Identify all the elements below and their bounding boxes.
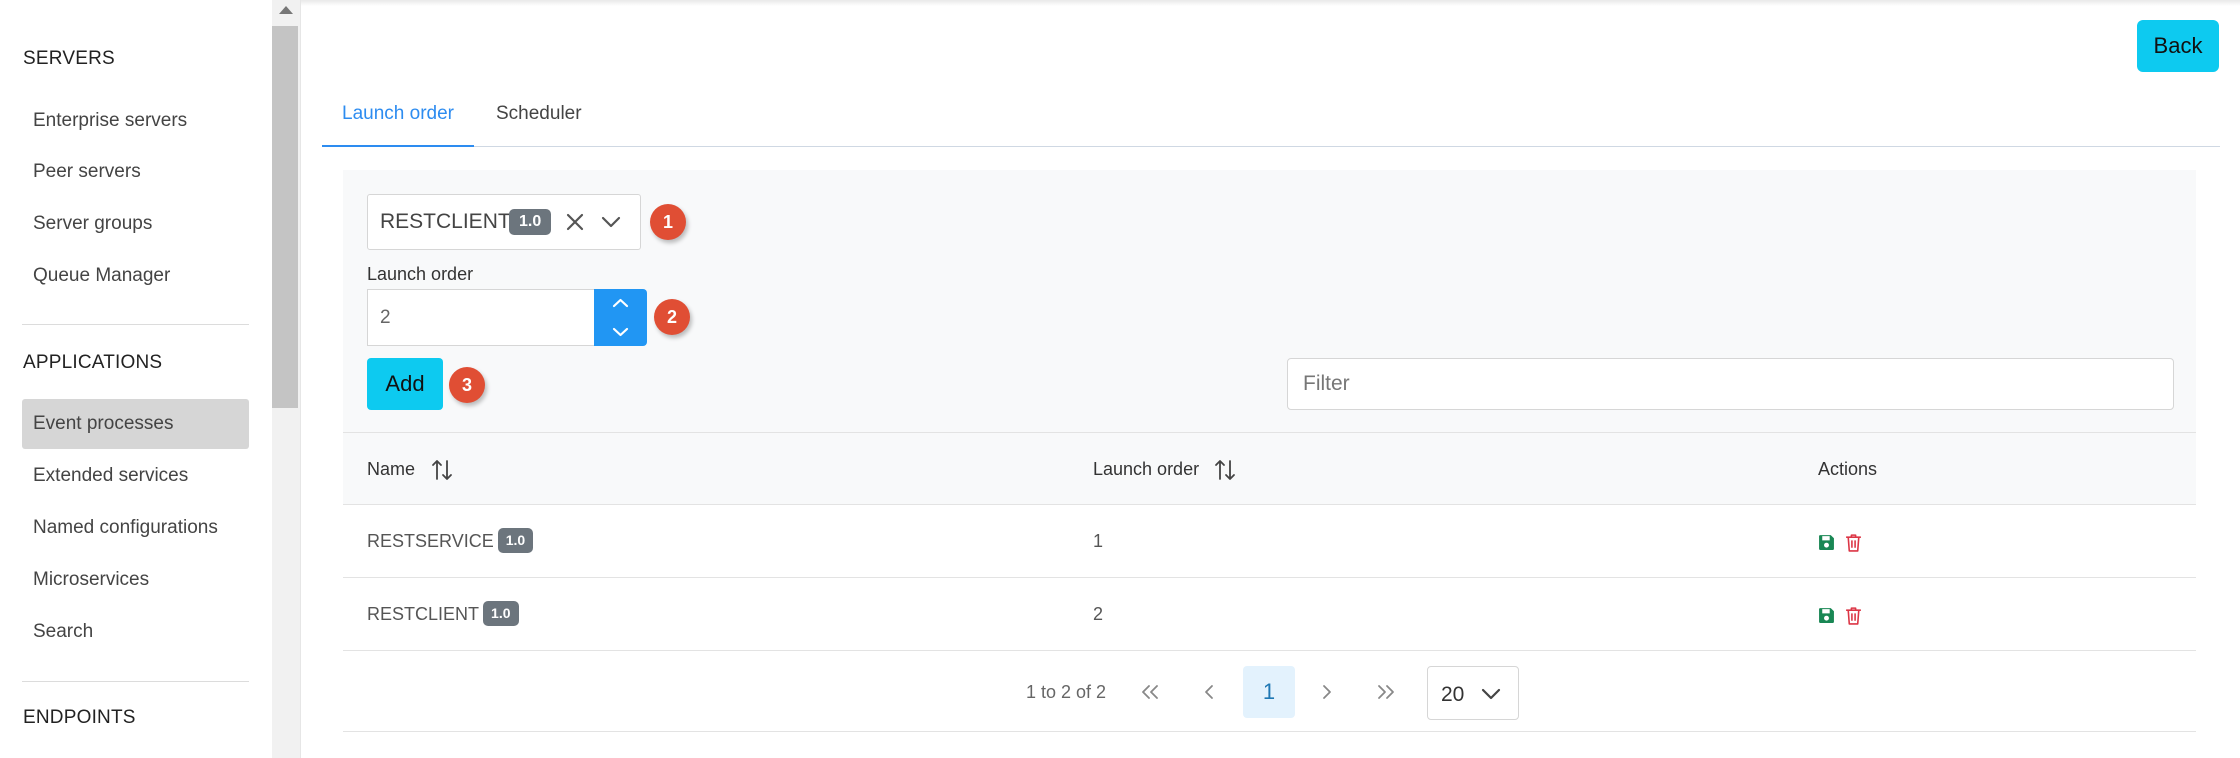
row-name-text: RESTCLIENT bbox=[367, 604, 480, 624]
step-badge-3: 3 bbox=[449, 367, 485, 403]
next-page-icon[interactable] bbox=[1303, 668, 1351, 716]
column-header-actions: Actions bbox=[1818, 459, 1878, 479]
step-badge-2: 2 bbox=[654, 299, 690, 335]
sidebar-divider bbox=[22, 681, 249, 682]
sidebar-item-event-processes[interactable]: Event processes bbox=[22, 399, 249, 449]
row-launch-order: 2 bbox=[1093, 604, 1104, 624]
table-row: RESTCLIENT 1.0 2 bbox=[343, 578, 2196, 651]
sidebar-item-server-groups[interactable]: Server groups bbox=[22, 199, 249, 249]
pagination-summary: 1 to 2 of 2 bbox=[1026, 682, 1107, 702]
sidebar-item-peer-servers[interactable]: Peer servers bbox=[22, 147, 249, 197]
row-name: RESTCLIENT 1.0 bbox=[367, 578, 519, 651]
table-row: RESTSERVICE 1.0 1 bbox=[343, 505, 2196, 578]
application-select[interactable]: RESTCLIENT 1.0 bbox=[367, 194, 641, 250]
sidebar-item-extended-services[interactable]: Extended services bbox=[22, 451, 249, 501]
sidebar: SERVERS Enterprise servers Peer servers … bbox=[0, 0, 272, 758]
column-header-launch-order[interactable]: Launch order bbox=[1093, 433, 1199, 506]
sidebar-divider bbox=[22, 324, 249, 325]
sidebar-scrollbar[interactable] bbox=[272, 0, 300, 758]
previous-page-icon[interactable] bbox=[1185, 668, 1233, 716]
tab-scheduler[interactable]: Scheduler bbox=[496, 90, 582, 147]
sort-icon[interactable] bbox=[1212, 457, 1238, 483]
main-separator bbox=[300, 0, 301, 758]
top-shadow bbox=[301, 0, 2240, 6]
tab-launch-order[interactable]: Launch order bbox=[322, 90, 474, 147]
tab-bar: Launch order Scheduler bbox=[322, 90, 2220, 147]
sidebar-section-endpoints: ENDPOINTS bbox=[23, 707, 136, 728]
launch-order-input[interactable] bbox=[367, 289, 595, 346]
scroll-up-arrow-icon[interactable] bbox=[279, 6, 293, 14]
sidebar-item-named-configurations[interactable]: Named configurations bbox=[22, 503, 249, 553]
table-header: Name Launch order Actions bbox=[343, 432, 2196, 505]
clear-icon[interactable] bbox=[562, 209, 588, 235]
version-badge: 1.0 bbox=[509, 209, 552, 235]
sidebar-section-servers: SERVERS bbox=[23, 48, 115, 69]
row-name: RESTSERVICE 1.0 bbox=[367, 505, 534, 578]
version-badge: 1.0 bbox=[497, 527, 534, 553]
back-button[interactable]: Back bbox=[2137, 20, 2219, 72]
launch-order-label: Launch order bbox=[367, 264, 474, 284]
trash-icon[interactable] bbox=[1845, 606, 1862, 625]
chevron-down-icon[interactable] bbox=[1478, 681, 1504, 707]
chevron-up-icon[interactable] bbox=[594, 289, 647, 317]
pagination: 1 to 2 of 2 1 20 bbox=[343, 652, 2196, 732]
row-name-text: RESTSERVICE bbox=[367, 531, 494, 551]
chevron-down-icon[interactable] bbox=[594, 318, 647, 346]
step-badge-1: 1 bbox=[650, 204, 686, 240]
chevron-down-icon[interactable] bbox=[599, 210, 623, 234]
row-launch-order: 1 bbox=[1093, 531, 1104, 551]
version-badge: 1.0 bbox=[483, 600, 519, 626]
column-header-name[interactable]: Name bbox=[367, 433, 415, 506]
sidebar-item-enterprise-servers[interactable]: Enterprise servers bbox=[22, 96, 249, 146]
last-page-icon[interactable] bbox=[1361, 668, 1409, 716]
current-page-button[interactable]: 1 bbox=[1243, 666, 1295, 718]
save-icon[interactable] bbox=[1818, 534, 1835, 551]
filter-input[interactable] bbox=[1287, 358, 2174, 410]
page-size-value: 20 bbox=[1441, 683, 1465, 706]
trash-icon[interactable] bbox=[1845, 533, 1862, 552]
sort-icon[interactable] bbox=[429, 457, 455, 483]
select-value: RESTCLIENT bbox=[380, 210, 511, 233]
page-size-select[interactable]: 20 bbox=[1427, 666, 1519, 720]
save-icon[interactable] bbox=[1818, 607, 1835, 624]
sidebar-item-microservices[interactable]: Microservices bbox=[22, 555, 249, 605]
add-button[interactable]: Add bbox=[367, 358, 443, 410]
sidebar-section-applications: APPLICATIONS bbox=[23, 352, 163, 373]
scrollbar-thumb[interactable] bbox=[272, 26, 298, 408]
launch-order-stepper[interactable] bbox=[594, 289, 647, 346]
sidebar-item-queue-manager[interactable]: Queue Manager bbox=[22, 251, 249, 301]
sidebar-item-search[interactable]: Search bbox=[22, 607, 249, 657]
first-page-icon[interactable] bbox=[1127, 668, 1175, 716]
